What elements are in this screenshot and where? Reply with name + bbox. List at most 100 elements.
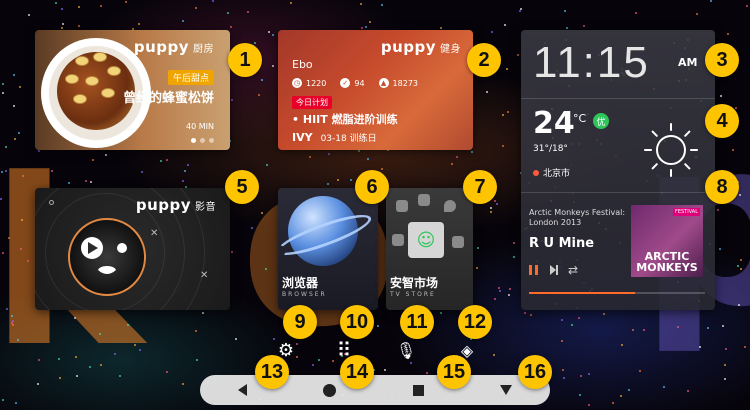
particle xyxy=(268,31,270,33)
navigation-bar xyxy=(200,375,550,405)
home-icon[interactable] xyxy=(323,383,337,397)
next-track-icon[interactable] xyxy=(550,265,558,275)
video-brand: puppy 影音 xyxy=(135,196,216,214)
particle xyxy=(59,377,61,379)
particle xyxy=(235,338,237,340)
music-progress-fill xyxy=(529,292,635,294)
microphone-icon[interactable]: 🎙 xyxy=(395,339,417,361)
particle xyxy=(51,170,53,172)
particle xyxy=(561,319,563,321)
particle xyxy=(507,111,509,113)
particle xyxy=(508,294,510,296)
plan-tag: 今日计划 xyxy=(292,96,332,109)
air-quality-badge: 优 xyxy=(593,113,609,129)
video-card[interactable]: puppy 影音 ✕ ✕ xyxy=(35,188,230,310)
particle xyxy=(725,348,727,350)
particle xyxy=(272,34,274,36)
particle xyxy=(15,402,17,404)
back-icon[interactable] xyxy=(238,384,248,396)
album-festival-label: FESTIVAL xyxy=(672,208,700,216)
particle xyxy=(22,175,24,177)
particle xyxy=(160,160,162,162)
banana-slice xyxy=(101,88,115,98)
kitchen-card[interactable]: puppy 厨房 午后甜点 曾经的蜂蜜松饼 40 MIN xyxy=(35,30,230,150)
particle xyxy=(61,8,63,10)
repeat-icon[interactable]: ⇄ xyxy=(568,264,578,276)
particle xyxy=(20,248,22,250)
particle xyxy=(212,0,214,2)
badge-1: 1 xyxy=(228,43,262,77)
particle xyxy=(85,180,87,182)
particle xyxy=(367,158,369,160)
particle xyxy=(410,362,412,364)
badge-9: 9 xyxy=(283,305,317,339)
particle xyxy=(37,383,39,385)
particle xyxy=(1,171,3,173)
badge-4: 4 xyxy=(705,104,739,138)
browser-sublabel: BROWSER xyxy=(282,291,327,298)
particle xyxy=(27,260,29,262)
particle xyxy=(621,344,623,346)
particle xyxy=(261,79,263,81)
particle xyxy=(635,12,637,14)
badge-12: 12 xyxy=(458,305,492,339)
album-band-name: ARCTIC MONKEYS xyxy=(636,250,698,274)
particle xyxy=(99,333,101,335)
particle xyxy=(744,346,746,348)
particle xyxy=(509,288,511,290)
particle xyxy=(710,0,712,2)
particle xyxy=(456,156,458,158)
hide-dock-icon[interactable] xyxy=(499,385,512,395)
store-card[interactable]: ☺ 安智市场 TV STORE xyxy=(386,188,473,310)
stat-time: ◷ 1220 xyxy=(292,78,327,88)
particle xyxy=(78,25,80,27)
particle xyxy=(471,151,473,153)
banana-slice xyxy=(85,76,99,86)
particle xyxy=(561,340,563,342)
particle xyxy=(38,359,40,361)
particle xyxy=(100,5,102,7)
particle xyxy=(195,7,197,9)
particle xyxy=(312,364,314,366)
music-controls: ⇄ xyxy=(529,264,578,276)
particle xyxy=(19,86,21,88)
fitness-card[interactable]: puppy 健身 Ebo ◷ 1220 ✓ 94 ▲ 18273 今日计划 • HIIT… xyxy=(278,30,473,150)
pause-icon[interactable] xyxy=(529,265,538,275)
location-icon xyxy=(444,200,456,212)
badge-16: 16 xyxy=(518,355,552,389)
pager-dot[interactable] xyxy=(191,138,196,143)
clock-ampm: AM xyxy=(678,56,698,69)
particle xyxy=(494,298,496,300)
particle xyxy=(328,153,330,155)
particle xyxy=(740,259,742,261)
location-pin-icon xyxy=(533,169,539,176)
particle xyxy=(182,383,184,385)
particle xyxy=(369,21,371,23)
pager-dot[interactable] xyxy=(200,138,205,143)
particle xyxy=(628,389,630,391)
recent-apps-icon[interactable] xyxy=(412,384,424,396)
particle xyxy=(78,6,80,8)
particle xyxy=(261,212,263,214)
particle xyxy=(141,171,143,173)
pager-dot[interactable] xyxy=(209,138,214,143)
flame-icon: ▲ xyxy=(378,78,389,88)
chat-icon xyxy=(392,234,404,246)
particle xyxy=(38,150,40,152)
particle xyxy=(14,138,16,140)
particle xyxy=(735,107,737,109)
particle xyxy=(182,180,184,182)
particle xyxy=(272,65,274,67)
particle xyxy=(100,364,102,366)
particle xyxy=(5,146,7,148)
training-date: 03-18 训练日 xyxy=(320,134,377,144)
music-progress-bar[interactable] xyxy=(529,292,705,294)
particle xyxy=(138,23,140,25)
browser-label: 浏览器 xyxy=(282,276,319,290)
weather-city: 北京市 xyxy=(533,166,570,179)
particle xyxy=(603,313,605,315)
kitchen-pager[interactable] xyxy=(191,138,214,143)
particle xyxy=(360,3,362,5)
particle xyxy=(227,12,229,14)
browser-card[interactable]: 浏览器 BROWSER xyxy=(278,188,378,310)
